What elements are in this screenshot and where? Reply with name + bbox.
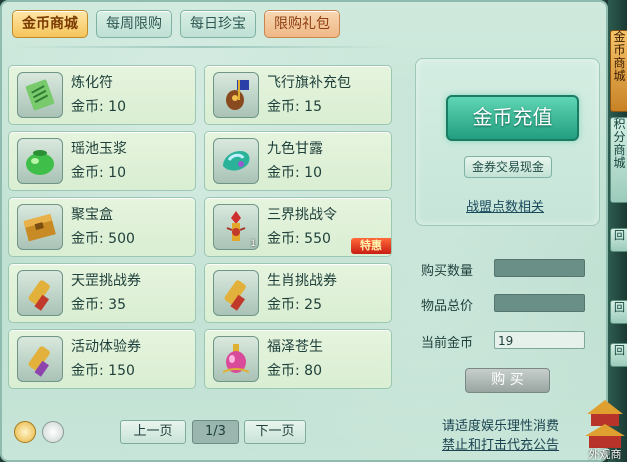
outfit-shop-label[interactable]: 外观商 xyxy=(583,446,627,462)
flag-pack-icon xyxy=(213,72,259,118)
total-price-label: 物品总价 xyxy=(421,299,474,314)
item-grid: 炼化符 金币: 10 飞行旗补充包 金币: 15 瑶池玉浆 金币: 10 九色甘… xyxy=(8,65,393,392)
buy-button[interactable]: 购 买 xyxy=(465,368,550,393)
side-tab-points-shop[interactable]: 积分商城 xyxy=(610,117,627,203)
side-tab-return[interactable]: 回 xyxy=(610,343,627,367)
item-slot[interactable]: 炼化符 金币: 10 xyxy=(8,65,196,125)
potion-bottle-icon xyxy=(213,336,259,382)
item-quantity: 1 xyxy=(250,239,256,249)
tab-weekly-limit[interactable]: 每周限购 xyxy=(96,10,172,38)
league-points-link[interactable]: 战盟点数相关 xyxy=(466,196,544,215)
item-name: 三界挑战令 xyxy=(267,207,337,223)
recharge-panel: 金币充值 金券交易现金 战盟点数相关 xyxy=(415,58,600,226)
item-price: 金币: 10 xyxy=(71,165,126,181)
current-gold-field: 19 xyxy=(494,331,585,349)
challenge-token-icon: 1 xyxy=(213,204,259,250)
tab-limited-gift[interactable]: 限购礼包 xyxy=(264,10,340,38)
item-name: 炼化符 xyxy=(71,75,113,91)
item-price: 金币: 150 xyxy=(71,363,135,379)
quantity-label: 购买数量 xyxy=(421,264,474,279)
anti-proxy-notice-link[interactable]: 禁止和打击代充公告 xyxy=(442,434,559,453)
exchange-button[interactable]: 金券交易现金 xyxy=(464,156,552,178)
zoom-icon[interactable] xyxy=(14,421,36,443)
item-price: 金币: 80 xyxy=(267,363,322,379)
item-name: 福泽苍生 xyxy=(267,339,323,355)
item-price: 金币: 550 xyxy=(267,231,331,247)
talisman-icon xyxy=(17,72,63,118)
tab-daily-treasure[interactable]: 每日珍宝 xyxy=(180,10,256,38)
notice-text: 请适度娱乐理性消费 xyxy=(442,419,560,434)
item-name: 瑶池玉浆 xyxy=(71,141,127,157)
quantity-field[interactable] xyxy=(494,259,585,277)
item-slot[interactable]: 活动体验券 金币: 150 xyxy=(8,329,196,389)
item-price: 金币: 15 xyxy=(267,99,322,115)
item-slot[interactable]: 1 三界挑战令 金币: 550 特惠 xyxy=(204,197,392,257)
scroll-icon xyxy=(17,270,63,316)
side-tab-gold-shop[interactable]: 金币商城 xyxy=(610,30,627,112)
scroll-icon xyxy=(213,270,259,316)
item-price: 金币: 25 xyxy=(267,297,322,313)
current-gold-label: 当前金币 xyxy=(421,336,474,351)
next-page-button[interactable]: 下一页 xyxy=(244,420,306,444)
item-slot[interactable]: 聚宝盒 金币: 500 xyxy=(8,197,196,257)
recharge-button[interactable]: 金币充值 xyxy=(446,95,579,141)
jade-jar-icon xyxy=(17,138,63,184)
tab-divider xyxy=(12,46,392,48)
shop-panel: 金币商城 每周限购 每日珍宝 限购礼包 炼化符 金币: 10 飞行旗补充包 金币… xyxy=(0,0,608,462)
item-name: 生肖挑战券 xyxy=(267,273,337,289)
page-indicator: 1/3 xyxy=(192,420,239,444)
item-slot[interactable]: 天罡挑战券 金币: 35 xyxy=(8,263,196,323)
treasure-box-icon xyxy=(17,204,63,250)
side-tab-return[interactable]: 回 xyxy=(610,228,627,252)
total-price-field xyxy=(494,294,585,312)
shop-tabs: 金币商城 每周限购 每日珍宝 限购礼包 xyxy=(12,10,340,38)
side-tab-return[interactable]: 回 xyxy=(610,300,627,324)
dew-gem-icon xyxy=(213,138,259,184)
tab-gold-shop[interactable]: 金币商城 xyxy=(12,10,88,38)
item-name: 飞行旗补充包 xyxy=(267,75,351,91)
item-slot[interactable]: 生肖挑战券 金币: 25 xyxy=(204,263,392,323)
circle-toggle-icon[interactable] xyxy=(42,421,64,443)
item-price: 金币: 35 xyxy=(71,297,126,313)
item-price: 金币: 10 xyxy=(71,99,126,115)
item-name: 九色甘露 xyxy=(267,141,323,157)
scroll-icon xyxy=(17,336,63,382)
discount-badge: 特惠 xyxy=(351,238,391,254)
item-name: 天罡挑战券 xyxy=(71,273,141,289)
item-name: 活动体验券 xyxy=(71,339,141,355)
item-price: 金币: 10 xyxy=(267,165,322,181)
item-slot[interactable]: 九色甘露 金币: 10 xyxy=(204,131,392,191)
item-name: 聚宝盒 xyxy=(71,207,113,223)
item-price: 金币: 500 xyxy=(71,231,135,247)
prev-page-button[interactable]: 上一页 xyxy=(120,420,186,444)
item-slot[interactable]: 瑶池玉浆 金币: 10 xyxy=(8,131,196,191)
item-slot[interactable]: 福泽苍生 金币: 80 xyxy=(204,329,392,389)
item-slot[interactable]: 飞行旗补充包 金币: 15 xyxy=(204,65,392,125)
